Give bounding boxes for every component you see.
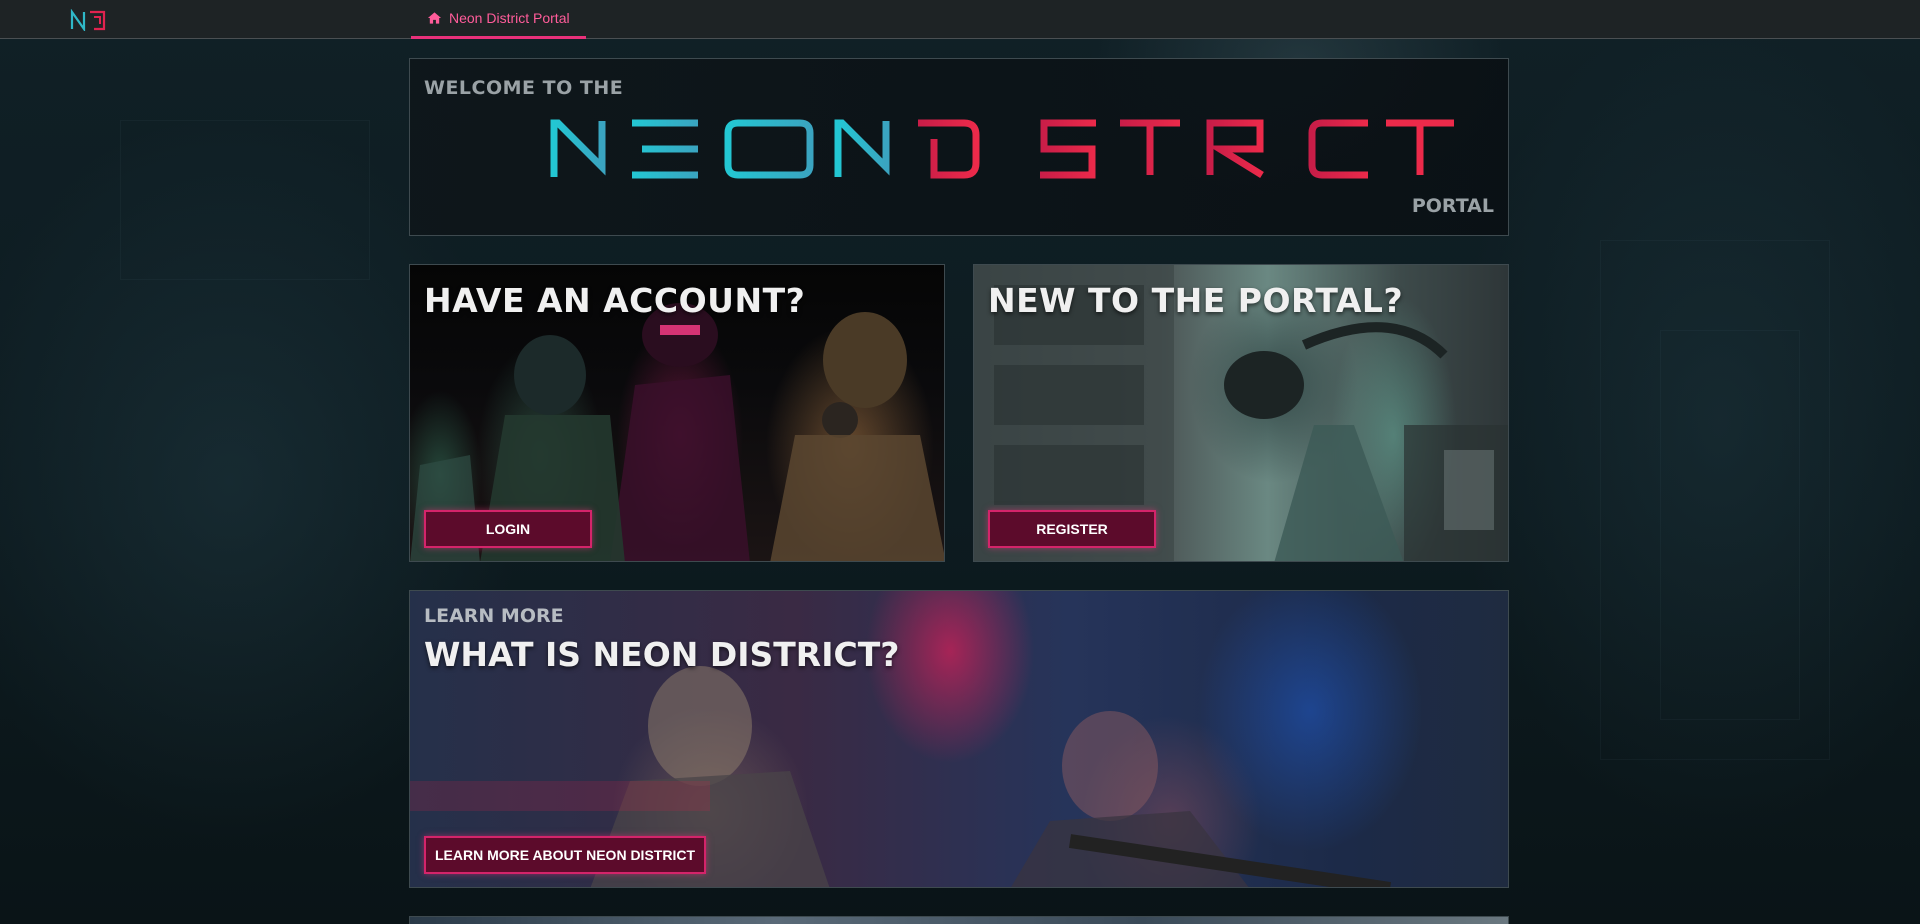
nd-logo-icon[interactable] [70,8,108,33]
register-card-title: NEW TO THE PORTAL? [988,281,1404,320]
learn-more-button[interactable]: LEARN MORE ABOUT NEON DISTRICT [424,836,706,874]
welcome-posttitle: PORTAL [1411,195,1494,217]
welcome-pretitle: WELCOME TO THE [424,77,624,99]
learn-more-card: LEARN MORE WHAT IS NEON DISTRICT? LEARN … [409,590,1509,888]
panel-corner [1502,229,1508,235]
tab-label: Neon District Portal [449,10,570,26]
next-section-panel [409,916,1509,924]
background-window-frame [120,120,370,280]
neon-district-wordmark [550,119,1368,179]
login-card-title: HAVE AN ACCOUNT? [424,281,806,320]
wordmark-final-t [1386,119,1454,175]
top-navigation-bar: Neon District Portal [0,0,1920,39]
home-icon [427,12,442,24]
register-card: NEW TO THE PORTAL? REGISTER [973,264,1509,562]
welcome-banner: WELCOME TO THE PORTAL [409,58,1509,236]
background-door-inner [1660,330,1800,720]
tab-neon-district-portal[interactable]: Neon District Portal [411,0,586,39]
login-button[interactable]: LOGIN [424,510,592,548]
learn-more-title: WHAT IS NEON DISTRICT? [424,635,900,674]
login-card: HAVE AN ACCOUNT? LOGIN [409,264,945,562]
learn-more-pretitle: LEARN MORE [424,605,564,627]
register-button[interactable]: REGISTER [988,510,1156,548]
panel-corner [410,59,416,65]
